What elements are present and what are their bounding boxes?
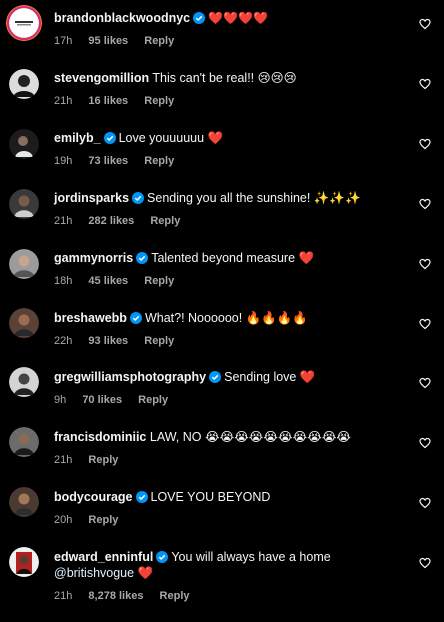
comment-text: LOVE YOU BEYOND (150, 490, 271, 504)
comment-meta: 19h 73 likes Reply (54, 154, 410, 168)
heart-like-icon[interactable] (419, 198, 431, 210)
comment-meta: 21h 16 likes Reply (54, 94, 410, 108)
reply-button[interactable]: Reply (88, 514, 118, 526)
comment-text: You will always have a home (171, 550, 331, 564)
timestamp[interactable]: 18h (54, 275, 72, 287)
comment-meta: 17h 95 likes Reply (54, 34, 410, 48)
likes-count[interactable]: 95 likes (88, 35, 128, 47)
heart-like-icon[interactable] (419, 377, 431, 389)
likes-count[interactable]: 45 likes (88, 275, 128, 287)
likes-count[interactable]: 73 likes (88, 155, 128, 167)
comment-text: Love youuuuuu ❤️ (118, 131, 224, 145)
avatar[interactable] (9, 249, 39, 279)
heart-like-icon[interactable] (419, 18, 431, 30)
timestamp[interactable]: 21h (54, 454, 72, 466)
comment-meta: 21h 8,278 likes Reply (54, 589, 410, 603)
avatar[interactable] (9, 487, 39, 517)
comment-text: LAW, NO 😭😭😭😭😭😭😭😭😭😭 (149, 430, 352, 444)
username[interactable]: gammynorris (54, 251, 133, 265)
mention-link[interactable]: @britishvogue (54, 566, 134, 580)
comment-text: Sending you all the sunshine! ✨✨✨ (147, 191, 361, 205)
avatar-photo-icon (9, 427, 39, 457)
username[interactable]: francisdominiic (54, 430, 146, 444)
avatar-photo-icon (9, 547, 39, 577)
reply-button[interactable]: Reply (138, 394, 168, 406)
avatar-photo-icon (9, 367, 39, 397)
comment-text: This can't be real!! 😢😢😢 (152, 71, 297, 85)
avatar[interactable] (9, 8, 39, 38)
timestamp[interactable]: 21h (54, 95, 72, 107)
avatar[interactable] (9, 69, 39, 99)
username[interactable]: emilyb_ (54, 131, 101, 145)
heart-like-icon[interactable] (419, 78, 431, 90)
heart-like-icon[interactable] (419, 557, 431, 569)
timestamp[interactable]: 17h (54, 35, 72, 47)
comment-meta: 20h Reply (54, 513, 410, 527)
avatar-photo-icon (9, 69, 39, 99)
verified-badge-icon (193, 12, 206, 24)
verified-badge-icon (103, 132, 116, 144)
comment-meta: 21h 282 likes Reply (54, 214, 410, 228)
likes-count[interactable]: 8,278 likes (88, 590, 143, 602)
avatar[interactable] (9, 547, 39, 577)
timestamp[interactable]: 9h (54, 394, 66, 406)
heart-like-icon[interactable] (419, 437, 431, 449)
reply-button[interactable]: Reply (160, 590, 190, 602)
username[interactable]: jordinsparks (54, 191, 129, 205)
comment-text: Sending love ❤️ (224, 370, 316, 384)
reply-button[interactable]: Reply (150, 215, 180, 227)
username[interactable]: gregwilliamsphotography (54, 370, 206, 384)
heart-like-icon[interactable] (419, 258, 431, 270)
reply-button[interactable]: Reply (144, 95, 174, 107)
likes-count[interactable]: 282 likes (88, 215, 134, 227)
likes-count[interactable]: 93 likes (88, 335, 128, 347)
avatar-photo-icon (9, 249, 39, 279)
timestamp[interactable]: 22h (54, 335, 72, 347)
heart-like-icon[interactable] (419, 318, 431, 330)
timestamp[interactable]: 21h (54, 590, 72, 602)
timestamp[interactable]: 19h (54, 155, 72, 167)
reply-button[interactable]: Reply (144, 155, 174, 167)
avatar-logo-icon (9, 8, 39, 38)
comment-text: Talented beyond measure ❤️ (151, 251, 315, 265)
comment-meta: 22h 93 likes Reply (54, 334, 410, 348)
likes-count[interactable]: 16 likes (88, 95, 128, 107)
username[interactable]: breshawebb (54, 311, 127, 325)
comment-meta: 18h 45 likes Reply (54, 274, 410, 288)
avatar-photo-icon (9, 308, 39, 338)
avatar-photo-icon (9, 129, 39, 159)
comment-text: What?! Noooooo! 🔥🔥🔥🔥 (144, 311, 308, 325)
avatar-photo-icon (9, 487, 39, 517)
reply-button[interactable]: Reply (144, 335, 174, 347)
verified-badge-icon (136, 252, 149, 264)
reply-button[interactable]: Reply (144, 275, 174, 287)
avatar[interactable] (9, 129, 39, 159)
comment-meta: 9h 70 likes Reply (54, 393, 410, 407)
verified-badge-icon (132, 192, 145, 204)
comment-text: ❤️❤️❤️❤️ (208, 11, 268, 25)
heart-like-icon[interactable] (419, 138, 431, 150)
verified-badge-icon (209, 371, 222, 383)
comment-text-after: ❤️ (137, 566, 154, 580)
avatar[interactable] (9, 308, 39, 338)
avatar[interactable] (9, 427, 39, 457)
avatar[interactable] (9, 367, 39, 397)
likes-count[interactable]: 70 likes (82, 394, 122, 406)
reply-button[interactable]: Reply (144, 35, 174, 47)
username[interactable]: bodycourage (54, 490, 133, 504)
heart-like-icon[interactable] (419, 497, 431, 509)
username[interactable]: edward_enninful (54, 550, 153, 564)
username[interactable]: stevengomillion (54, 71, 149, 85)
timestamp[interactable]: 21h (54, 215, 72, 227)
verified-badge-icon (135, 491, 148, 503)
verified-badge-icon (156, 551, 169, 563)
username[interactable]: brandonblackwoodnyc (54, 11, 190, 25)
timestamp[interactable]: 20h (54, 514, 72, 526)
avatar-photo-icon (9, 189, 39, 219)
avatar[interactable] (9, 189, 39, 219)
verified-badge-icon (129, 312, 142, 324)
comment-list: brandonblackwoodnyc ❤️❤️❤️❤️ 17h 95 likes… (0, 0, 444, 622)
reply-button[interactable]: Reply (88, 454, 118, 466)
comment-meta: 21h Reply (54, 453, 410, 467)
